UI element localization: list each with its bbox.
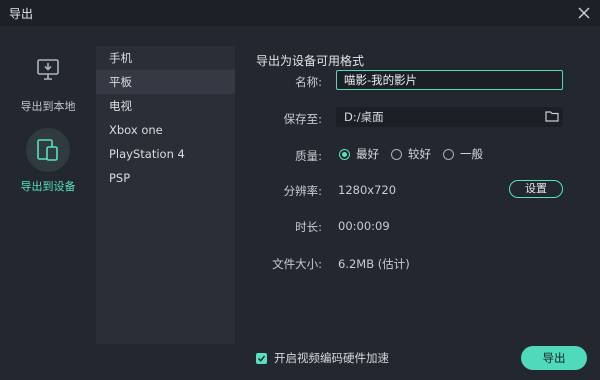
quality-radio-normal[interactable]: 一般 xyxy=(443,146,483,162)
hw-accel-checkbox[interactable]: 开启视频编码硬件加速 xyxy=(256,350,389,366)
device-item-ps4[interactable]: PlayStation 4 xyxy=(96,142,235,166)
device-item-tablet[interactable]: 平板 xyxy=(96,70,235,94)
size-label: 文件大小: xyxy=(272,257,322,271)
name-input[interactable] xyxy=(336,70,563,90)
nav-device-label: 导出到设备 xyxy=(20,180,76,193)
checkmark-icon xyxy=(257,355,266,362)
size-value: 6.2MB (估计) xyxy=(338,257,410,271)
save-label: 保存至: xyxy=(283,112,322,126)
nav-device-icon-wrap xyxy=(26,128,70,172)
nav-local-label: 导出到本地 xyxy=(20,100,76,113)
export-button[interactable]: 导出 xyxy=(521,346,587,370)
window-title: 导出 xyxy=(9,7,34,21)
radio-indicator xyxy=(443,148,454,160)
radio-checked-indicator xyxy=(339,148,350,160)
section-title: 导出为设备可用格式 xyxy=(256,54,365,68)
checkbox-box xyxy=(256,352,267,364)
close-icon xyxy=(578,7,590,19)
save-path-field[interactable]: D:/桌面 xyxy=(336,107,563,127)
radio-indicator xyxy=(391,148,402,160)
devices-icon xyxy=(37,139,58,161)
duration-value: 00:00:09 xyxy=(338,219,390,233)
quality-normal-label: 一般 xyxy=(460,147,483,161)
duration-label: 时长: xyxy=(295,220,322,234)
device-item-phone[interactable]: 手机 xyxy=(96,46,235,70)
name-label: 名称: xyxy=(295,75,322,89)
quality-best-label: 最好 xyxy=(356,147,379,161)
title-bar: 导出 xyxy=(0,0,600,26)
quality-radio-best[interactable]: 最好 xyxy=(339,146,379,162)
device-item-xbox[interactable]: Xbox one xyxy=(96,118,235,142)
nav-export-local[interactable]: 导出到本地 xyxy=(0,48,96,118)
resolution-label: 分辨率: xyxy=(283,184,322,198)
device-list: 手机 平板 电视 Xbox one PlayStation 4 PSP xyxy=(96,46,235,344)
close-button[interactable] xyxy=(574,3,594,23)
settings-button[interactable]: 设置 xyxy=(509,180,563,198)
hw-accel-label: 开启视频编码硬件加速 xyxy=(274,351,389,365)
device-item-tv[interactable]: 电视 xyxy=(96,94,235,118)
device-item-psp[interactable]: PSP xyxy=(96,166,235,190)
resolution-value: 1280x720 xyxy=(338,183,397,197)
nav-export-device[interactable]: 导出到设备 xyxy=(0,128,96,208)
nav-local-icon-wrap xyxy=(26,48,70,92)
quality-label: 质量: xyxy=(295,149,322,163)
folder-icon[interactable] xyxy=(545,109,559,123)
monitor-download-icon xyxy=(37,59,59,80)
quality-better-label: 较好 xyxy=(408,147,431,161)
quality-radio-better[interactable]: 较好 xyxy=(391,146,431,162)
